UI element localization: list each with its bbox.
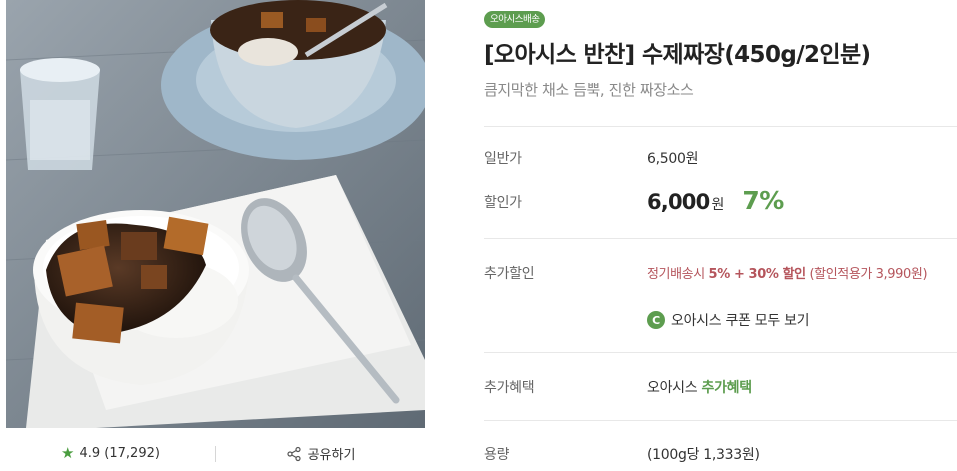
divider: [484, 352, 957, 353]
extra-discount-highlight: 5% + 30% 할인: [708, 267, 807, 282]
sale-price: 6,000 원 7%: [647, 186, 784, 215]
coupon-link[interactable]: C 오아시스 쿠폰 모두 보기: [647, 310, 810, 330]
benefit-value: 오아시스 추가혜택: [647, 377, 752, 397]
star-icon: ★: [61, 444, 75, 462]
extra-discount-label: 추가할인: [484, 266, 535, 282]
delivery-badge: 오아시스배송: [484, 11, 546, 28]
regular-price-label: 일반가: [484, 151, 522, 167]
coupon-icon: C: [647, 311, 665, 329]
product-photo: [6, 0, 425, 428]
coupon-label: 오아시스 쿠폰 모두 보기: [671, 313, 810, 329]
rating: ★ 4.9 (17,292): [6, 444, 215, 462]
benefit-prefix: 오아시스: [647, 380, 702, 396]
benefit-label: 추가혜택: [484, 380, 535, 396]
divider: [484, 238, 957, 239]
image-footer: ★ 4.9 (17,292) 공유하기: [6, 436, 425, 471]
regular-price-value: 6,500원: [647, 151, 699, 167]
extra-discount-suffix: (할인적용가 3,990원): [805, 267, 928, 282]
capacity-value: (100g당 1,333원): [647, 447, 760, 463]
sale-price-unit: 원: [711, 197, 725, 213]
rating-value: 4.9 (17,292): [79, 446, 160, 461]
benefit-highlight: 추가혜택: [701, 380, 752, 396]
product-image[interactable]: [6, 0, 425, 428]
product-info: 오아시스배송 [오아시스 반찬] 수제짜장(450g/2인분) 큼지막한 채소 …: [484, 0, 957, 471]
share-button[interactable]: 공유하기: [216, 444, 425, 463]
product-title: [오아시스 반찬] 수제짜장(450g/2인분): [484, 42, 871, 68]
divider: [484, 126, 957, 127]
share-label: 공유하기: [307, 448, 356, 463]
sale-price-label: 할인가: [484, 195, 522, 211]
share-icon: [286, 446, 301, 461]
discount-rate: 7%: [742, 186, 784, 215]
extra-discount-text: 정기배송시 5% + 30% 할인 (할인적용가 3,990원): [647, 263, 928, 282]
capacity-label: 용량: [484, 447, 510, 463]
product-subtitle: 큼지막한 채소 듬뿍, 진한 짜장소스: [484, 81, 694, 99]
divider: [484, 420, 957, 421]
extra-discount-prefix: 정기배송시: [647, 267, 709, 282]
sale-price-amount: 6,000: [647, 190, 710, 214]
